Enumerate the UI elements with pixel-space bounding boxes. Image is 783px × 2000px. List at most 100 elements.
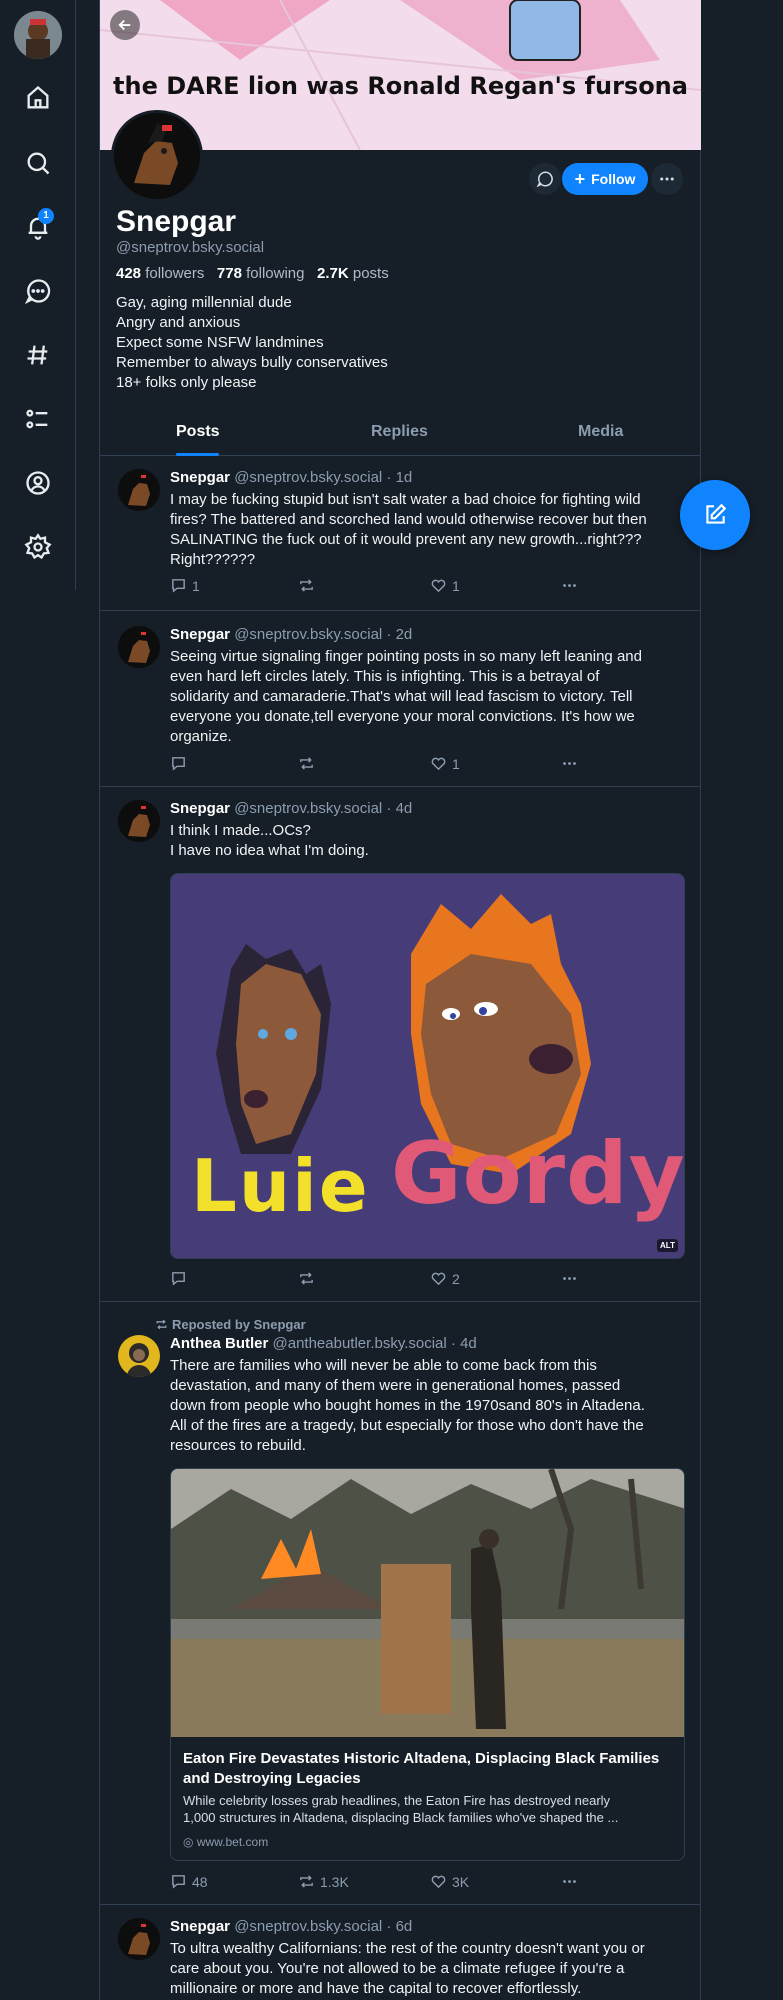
alt-badge[interactable]: ALT bbox=[657, 1239, 678, 1252]
repost-button[interactable] bbox=[298, 755, 320, 772]
link-card-image bbox=[171, 1469, 684, 1737]
left-nav: 1 bbox=[0, 0, 76, 590]
like-button[interactable]: 1 bbox=[430, 755, 460, 772]
repost-indicator[interactable]: Reposted by Snepgar bbox=[155, 1317, 306, 1332]
like-button[interactable]: 2 bbox=[430, 1270, 460, 1287]
post-text-line: All of the fires are a tragedy, but espe… bbox=[170, 1417, 644, 1434]
ellipsis-icon bbox=[563, 584, 576, 587]
post-time[interactable]: · 6d bbox=[386, 1918, 412, 1935]
link-card-domain-text: www.bet.com bbox=[196, 1835, 269, 1849]
post-avatar[interactable] bbox=[118, 1918, 160, 1960]
nav-avatar[interactable] bbox=[14, 11, 62, 59]
post-text-line: care about you. You're not allowed to be… bbox=[170, 1960, 625, 1977]
post-item[interactable]: Snepgar @sneptrov.bsky.social · 1d I may… bbox=[100, 457, 701, 611]
like-button[interactable]: 3K bbox=[430, 1873, 469, 1890]
post-avatar[interactable] bbox=[118, 469, 160, 511]
post-text-line: I have no idea what I'm doing. bbox=[170, 842, 369, 859]
chat-icon[interactable] bbox=[18, 271, 58, 311]
post-time[interactable]: · 4d bbox=[451, 1335, 477, 1352]
bio-line: Angry and anxious bbox=[116, 314, 241, 331]
bio-line: Remember to always bully conservatives bbox=[116, 354, 388, 371]
link-card-description: While celebrity losses grab headlines, t… bbox=[183, 1792, 673, 1826]
post-text-line: even hard left circles lately. This is i… bbox=[170, 668, 600, 685]
posts-count: 2.7K bbox=[317, 265, 349, 282]
post-item[interactable]: Snepgar @sneptrov.bsky.social · 6d To ul… bbox=[100, 1906, 701, 2000]
profile-avatar[interactable] bbox=[111, 110, 203, 202]
post-time[interactable]: · 4d bbox=[386, 800, 412, 817]
profile-icon[interactable] bbox=[18, 463, 58, 503]
reply-button[interactable] bbox=[170, 755, 192, 772]
posts-stat: 2.7K posts bbox=[317, 265, 389, 282]
post-more-button[interactable] bbox=[561, 755, 578, 772]
tab-replies[interactable]: Replies bbox=[371, 423, 428, 441]
message-button[interactable] bbox=[529, 163, 561, 195]
follow-button[interactable]: + Follow bbox=[562, 163, 648, 195]
post-avatar[interactable] bbox=[118, 626, 160, 668]
reply-button[interactable] bbox=[170, 1270, 192, 1287]
following-label: following bbox=[246, 265, 305, 282]
post-handle[interactable]: @sneptrov.bsky.social bbox=[234, 469, 382, 486]
back-arrow-icon bbox=[118, 19, 131, 31]
link-card-domain: ◎ www.bet.com bbox=[183, 1835, 268, 1849]
posts-label: posts bbox=[352, 265, 389, 282]
gear-icon[interactable] bbox=[18, 527, 58, 567]
link-card[interactable]: Eaton Fire Devastates Historic Altadena,… bbox=[170, 1468, 685, 1861]
post-author[interactable]: Anthea Butler bbox=[170, 1335, 268, 1352]
post-author[interactable]: Snepgar bbox=[170, 626, 230, 643]
home-icon[interactable] bbox=[18, 78, 58, 118]
link-card-title: Eaton Fire Devastates Historic Altadena,… bbox=[183, 1749, 673, 1789]
back-button[interactable] bbox=[110, 10, 140, 40]
post-time[interactable]: · 2d bbox=[386, 626, 412, 643]
post-item[interactable]: Snepgar @sneptrov.bsky.social · 4d I thi… bbox=[100, 788, 701, 1302]
post-author[interactable]: Snepgar bbox=[170, 1918, 230, 1935]
post-author[interactable]: Snepgar bbox=[170, 469, 230, 486]
repost-icon bbox=[300, 579, 313, 592]
post-text-line: solidarity and camaraderie.That's what w… bbox=[170, 688, 633, 705]
repost-button[interactable]: 1.3K bbox=[298, 1873, 349, 1890]
heart-icon bbox=[431, 1875, 446, 1889]
repost-icon bbox=[300, 1272, 313, 1285]
profile-main-column: the DARE lion was Ronald Regan's fursona… bbox=[99, 0, 701, 2000]
post-more-button[interactable] bbox=[561, 1270, 578, 1287]
reply-icon bbox=[172, 1272, 185, 1286]
list-icon[interactable] bbox=[18, 399, 58, 439]
hashtag-icon[interactable] bbox=[18, 335, 58, 375]
reply-icon bbox=[172, 579, 185, 593]
post-handle[interactable]: @antheabutler.bsky.social bbox=[273, 1335, 447, 1352]
profile-stats: 428 followers 778 following 2.7K posts bbox=[116, 265, 389, 282]
post-text-line: There are families who will never be abl… bbox=[170, 1357, 597, 1374]
reply-button[interactable]: 1 bbox=[170, 577, 200, 594]
compose-button[interactable] bbox=[680, 480, 750, 550]
post-more-button[interactable] bbox=[561, 1873, 578, 1890]
post-image[interactable]: Luie Gordy ALT bbox=[170, 873, 685, 1259]
post-text-line: SALINATING the fuck out of it would prev… bbox=[170, 531, 642, 548]
ellipsis-icon bbox=[660, 177, 674, 181]
followers-label: followers bbox=[145, 265, 205, 282]
post-more-button[interactable] bbox=[561, 577, 578, 594]
post-text-line: everyone you donate,tell everyone your m… bbox=[170, 708, 635, 725]
repost-button[interactable] bbox=[298, 577, 320, 594]
post-handle[interactable]: @sneptrov.bsky.social bbox=[234, 1918, 382, 1935]
post-avatar[interactable] bbox=[118, 800, 160, 842]
followers-link[interactable]: 428 followers bbox=[116, 265, 204, 282]
tab-media[interactable]: Media bbox=[578, 423, 623, 441]
more-options-button[interactable] bbox=[651, 163, 683, 195]
like-button[interactable]: 1 bbox=[430, 577, 460, 594]
reply-button[interactable]: 48 bbox=[170, 1873, 208, 1890]
bell-icon[interactable]: 1 bbox=[18, 207, 58, 247]
post-item[interactable]: Snepgar @sneptrov.bsky.social · 2d Seein… bbox=[100, 612, 701, 787]
profile-bio: Gay, aging millennial dude Angry and anx… bbox=[116, 293, 388, 393]
post-avatar[interactable] bbox=[118, 1335, 160, 1377]
post-header: Snepgar @sneptrov.bsky.social · 1d bbox=[170, 469, 412, 486]
search-icon[interactable] bbox=[18, 143, 58, 183]
tab-posts[interactable]: Posts bbox=[176, 423, 220, 441]
post-author[interactable]: Snepgar bbox=[170, 800, 230, 817]
repost-button[interactable] bbox=[298, 1270, 320, 1287]
post-header: Snepgar @sneptrov.bsky.social · 6d bbox=[170, 1918, 412, 1935]
following-link[interactable]: 778 following bbox=[217, 265, 305, 282]
post-text: To ultra wealthy Californians: the rest … bbox=[170, 1939, 685, 1999]
post-item[interactable]: Reposted by Snepgar Anthea Butler @anthe… bbox=[100, 1303, 701, 1905]
post-handle[interactable]: @sneptrov.bsky.social bbox=[234, 800, 382, 817]
post-time[interactable]: · 1d bbox=[386, 469, 412, 486]
post-handle[interactable]: @sneptrov.bsky.social bbox=[234, 626, 382, 643]
